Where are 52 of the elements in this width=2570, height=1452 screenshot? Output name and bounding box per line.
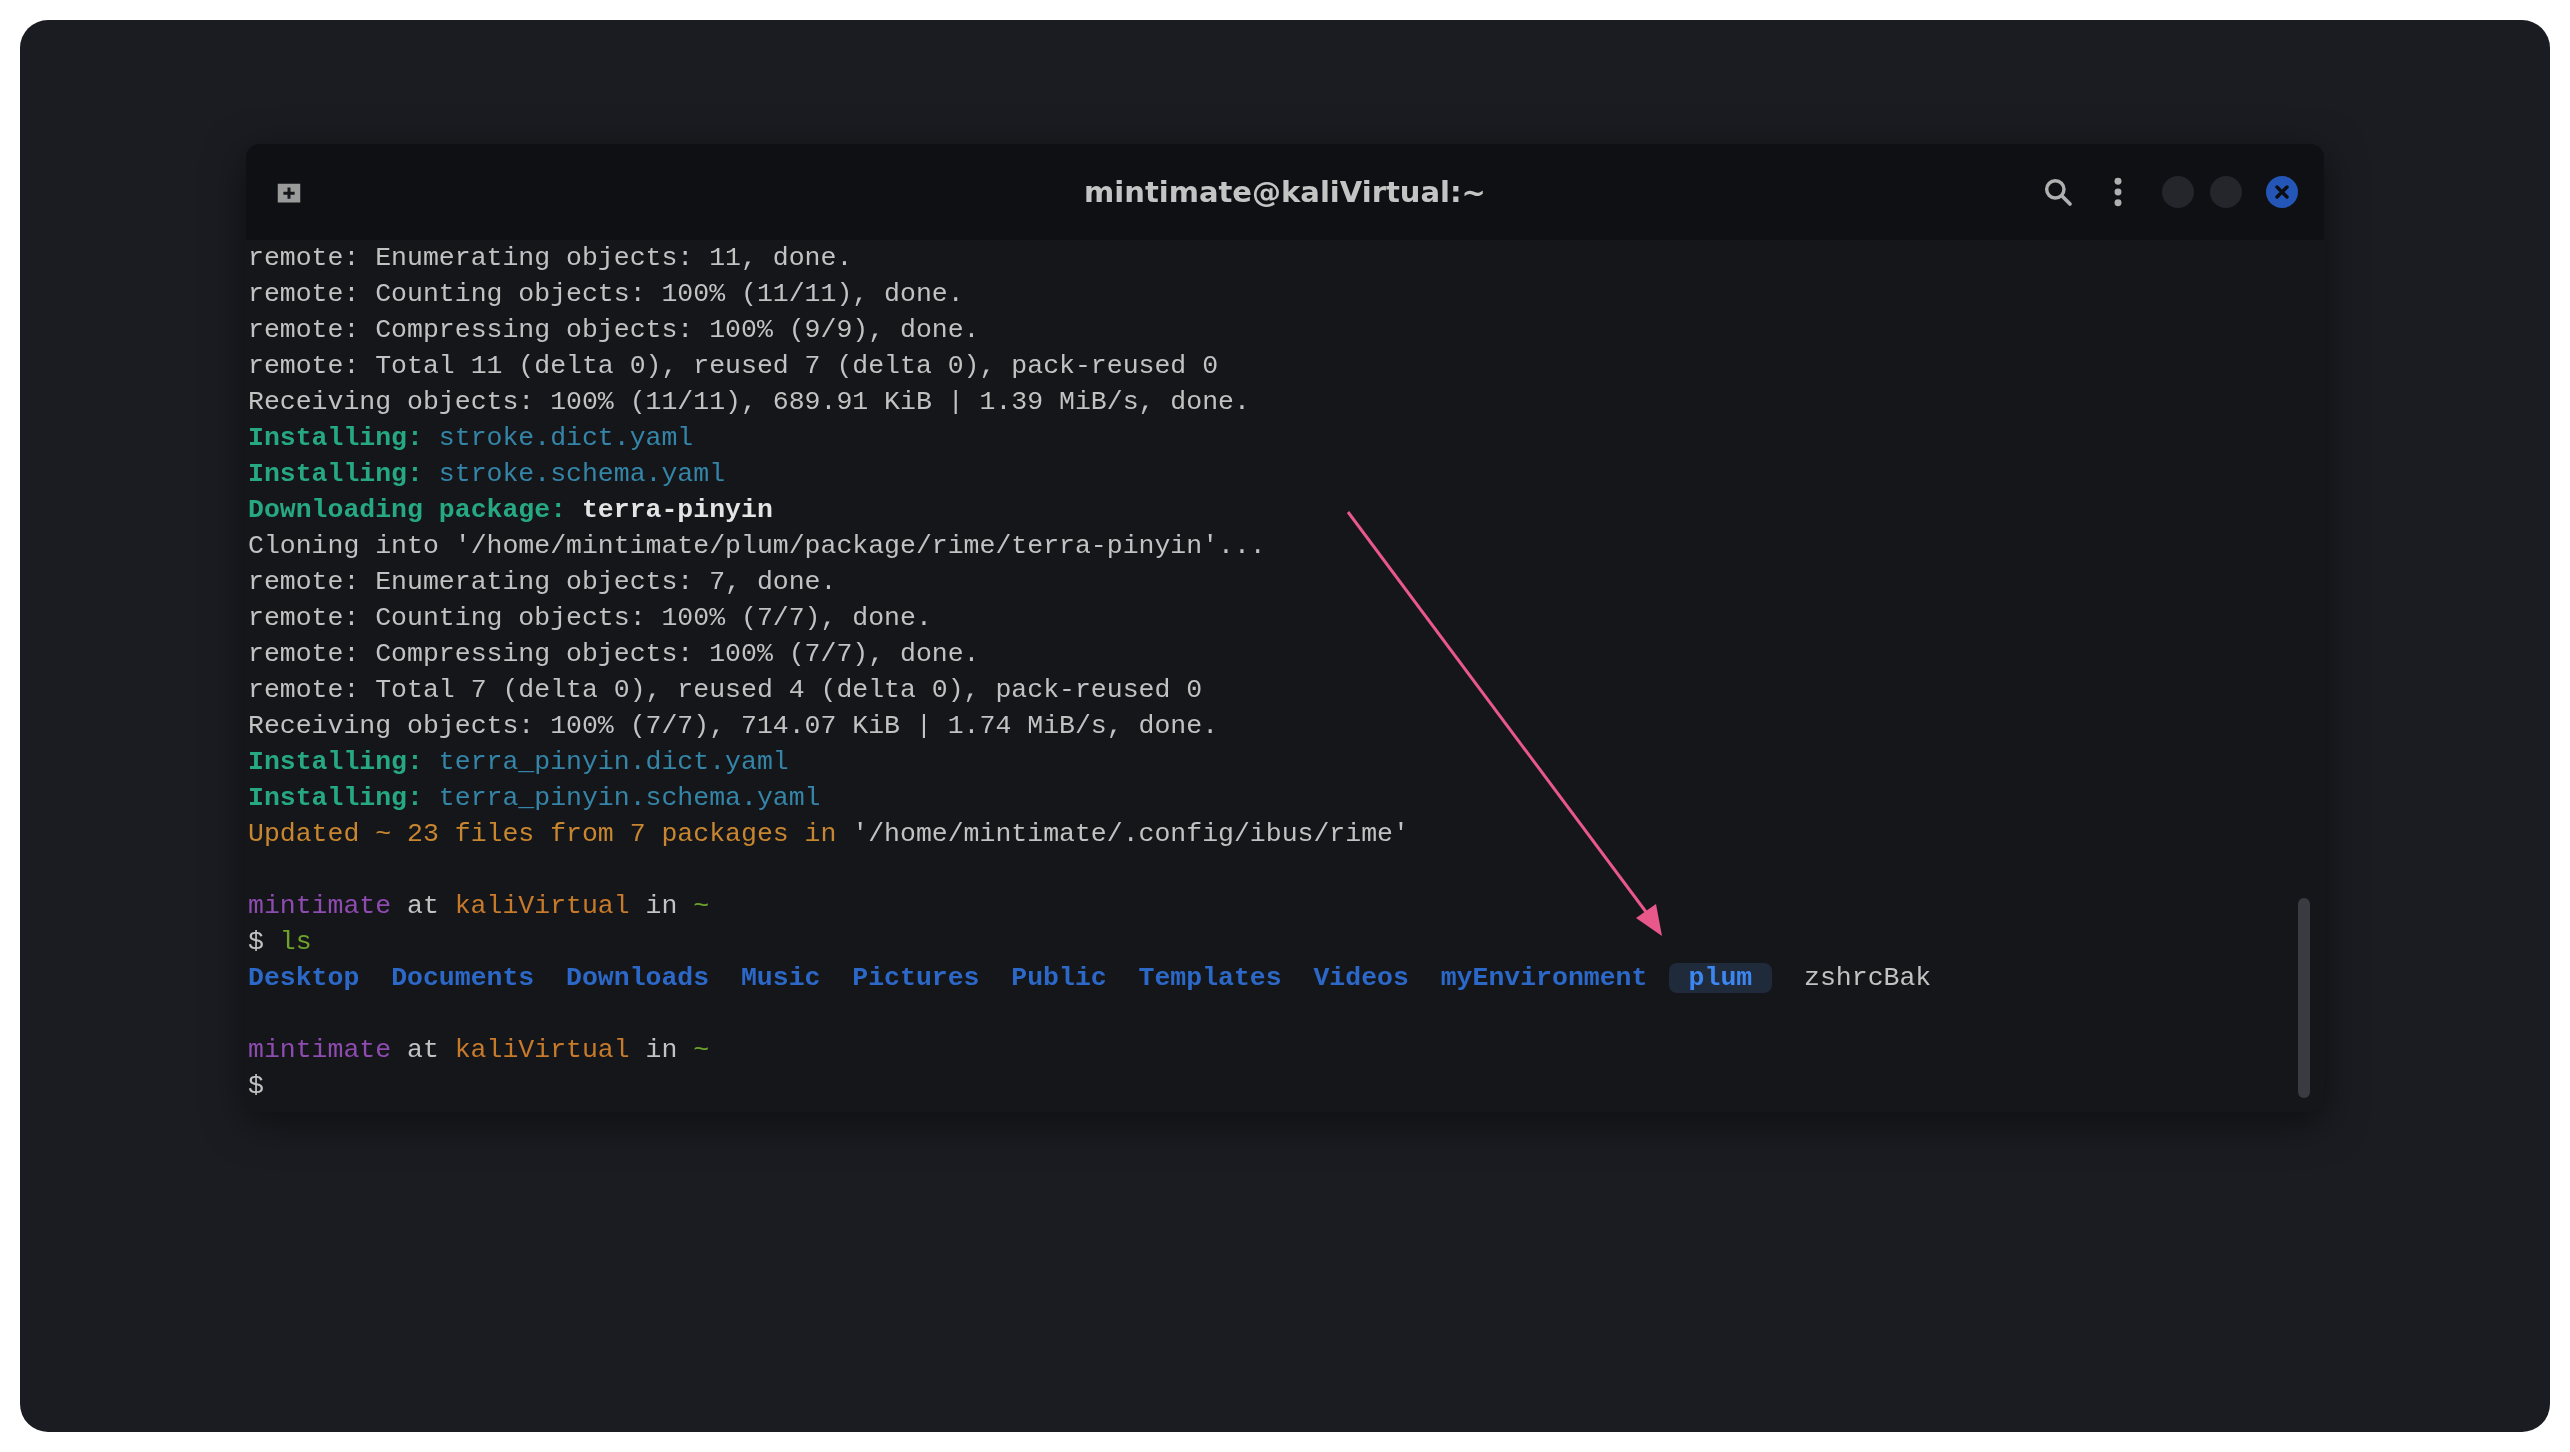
status-label: Downloading package: <box>248 495 567 525</box>
prompt-path: ~ <box>693 891 710 921</box>
output-text: remote: Total 11 (delta 0), reused 7 (delta 0), pack-reused 0 <box>248 351 1219 381</box>
update-message: Updated ~ 23 files from 7 packages in <box>248 819 837 849</box>
prompt-host: kaliVirtual <box>454 891 630 921</box>
output-text: remote: Compressing objects: 100% (7/7), done. <box>248 639 980 669</box>
output-text: in <box>645 891 678 921</box>
output-text: $ <box>248 1071 264 1101</box>
output-text: remote: Enumerating objects: 7, done. <box>248 567 837 597</box>
output-text: '/home/mintimate/.config/ibus/rime' <box>852 819 1409 849</box>
file-name: stroke.schema.yaml <box>438 459 726 489</box>
output-text: remote: Enumerating objects: 11, done. <box>248 243 853 273</box>
file-name: zshrcBak <box>1804 963 1932 993</box>
search-icon[interactable] <box>2042 176 2074 208</box>
output-text: remote: Total 7 (delta 0), reused 4 (delta 0), pack-reused 0 <box>248 675 1203 705</box>
prompt-user: mintimate <box>248 1035 392 1065</box>
file-name: terra_pinyin.schema.yaml <box>438 783 821 813</box>
directory-name: plum <box>1668 963 1773 993</box>
directory-name: Pictures <box>852 963 980 993</box>
directory-name: Templates <box>1138 963 1282 993</box>
output-text: $ <box>248 927 264 957</box>
output-text: Receiving objects: 100% (11/11), 689.91 KiB | 1.39 MiB/s, done. <box>248 387 1250 417</box>
output-text: at <box>407 1035 439 1065</box>
output-text: remote: Counting objects: 100% (7/7), done. <box>248 603 932 633</box>
directory-name: myEnvironment <box>1440 963 1648 993</box>
directory-name: Public <box>1011 963 1107 993</box>
file-name: stroke.dict.yaml <box>438 423 694 453</box>
directory-name: Downloads <box>566 963 710 993</box>
directory-name: Music <box>740 963 821 993</box>
output-text: remote: Counting objects: 100% (11/11), done. <box>248 279 964 309</box>
output-text: in <box>645 1035 678 1065</box>
directory-name: Desktop <box>248 963 360 993</box>
directory-name: Videos <box>1313 963 1409 993</box>
scrollbar-thumb[interactable] <box>2298 898 2310 1098</box>
prompt-host: kaliVirtual <box>454 1035 630 1065</box>
package-name: terra-pinyin <box>581 495 773 525</box>
command-text: ls <box>279 927 312 957</box>
prompt-path: ~ <box>693 1035 710 1065</box>
menu-icon[interactable] <box>2112 176 2124 208</box>
status-label: Installing: <box>248 459 423 489</box>
directory-name: Documents <box>391 963 535 993</box>
status-label: Installing: <box>248 783 423 813</box>
output-text: remote: Compressing objects: 100% (9/9), done. <box>248 315 980 345</box>
prompt-user: mintimate <box>248 891 392 921</box>
output-text: Cloning into '/home/mintimate/plum/package/rime/terra-pinyin'... <box>248 531 1266 561</box>
status-label: Installing: <box>248 423 423 453</box>
status-label: Installing: <box>248 747 423 777</box>
file-name: terra_pinyin.dict.yaml <box>438 747 789 777</box>
output-text: at <box>407 891 439 921</box>
output-text: Receiving objects: 100% (7/7), 714.07 KiB | 1.74 MiB/s, done. <box>248 711 1219 741</box>
close-button[interactable] <box>2266 176 2298 208</box>
window-title: mintimate@kaliVirtual:~ <box>1084 175 1486 209</box>
